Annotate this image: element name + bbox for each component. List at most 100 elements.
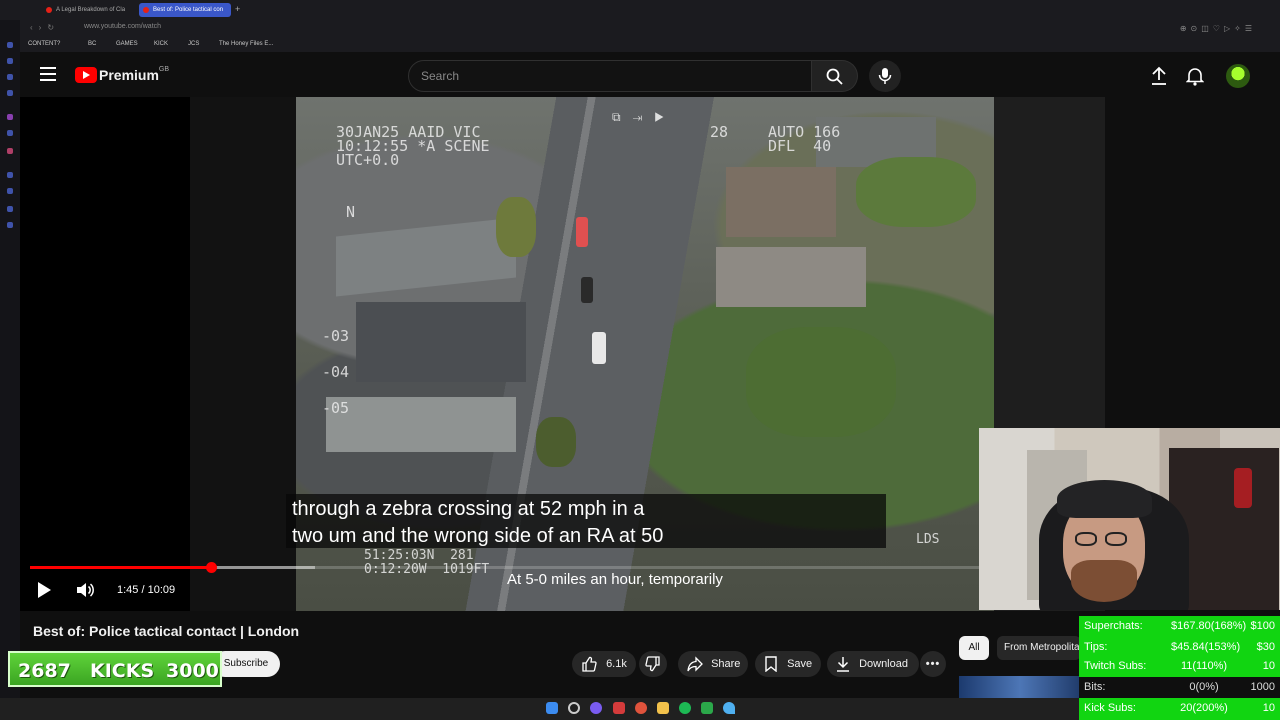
- search-icon: [826, 68, 843, 85]
- sidebar-app-icon[interactable]: [7, 172, 13, 178]
- goal-label: Bits:: [1084, 681, 1106, 693]
- taskbar-app-icon[interactable]: [590, 702, 602, 714]
- taskbar-search-icon[interactable]: [568, 702, 580, 714]
- hud-top-left: 30JAN25 AAID VIC 10:12:55 *A SCENE UTC+0…: [336, 123, 490, 169]
- bookmark-item[interactable]: GAMES: [116, 41, 138, 47]
- bookmark-item[interactable]: The Honey Files E...: [219, 41, 273, 47]
- notifications-bell-icon[interactable]: [1186, 66, 1204, 86]
- caption-line: two um and the wrong side of an RA at 50: [292, 525, 664, 547]
- sidebar-app-icon[interactable]: [7, 222, 13, 228]
- logo-text: Premium: [99, 66, 159, 83]
- related-video-thumbnail[interactable]: [959, 676, 1081, 698]
- hud-bottom-right: LDS: [916, 532, 940, 547]
- new-tab-icon[interactable]: +: [235, 4, 240, 14]
- share-icon: [687, 656, 703, 672]
- kicks-label: KICKS: [90, 660, 155, 682]
- like-button[interactable]: 6.1k: [572, 651, 636, 677]
- goal-target: $30: [1256, 641, 1275, 653]
- more-actions-icon[interactable]: •••: [920, 651, 946, 677]
- windows-taskbar: [0, 698, 1079, 720]
- goal-label: Superchats:: [1084, 620, 1143, 632]
- browser-tab[interactable]: A Legal Breakdown of Cla: [42, 3, 132, 17]
- windows-start-icon[interactable]: [546, 702, 558, 714]
- goal-row: Bits: 0(0%) 1000: [1079, 677, 1280, 698]
- voice-search-button[interactable]: [869, 60, 901, 92]
- goal-row: Superchats: $167.80(168%) $100: [1079, 616, 1280, 637]
- kicks-current: 2687: [18, 660, 71, 682]
- youtube-favicon-icon: [46, 7, 52, 13]
- goal-row: Kick Subs: 20(200%) 10: [1079, 698, 1280, 719]
- goal-value: $45.84(153%): [1171, 641, 1241, 653]
- caption-line: through a zebra crossing at 52 mph in a: [292, 498, 645, 520]
- sidebar-app-icon[interactable]: [7, 74, 13, 80]
- youtube-premium-logo[interactable]: PremiumGB: [75, 66, 169, 84]
- browser-extension-icons[interactable]: ⊕⊙◫♡▷✧☰: [1180, 24, 1256, 33]
- save-button[interactable]: Save: [755, 651, 821, 677]
- sidebar-app-icon[interactable]: [7, 42, 13, 48]
- bookmark-item[interactable]: CONTENT?: [28, 41, 60, 47]
- goal-target: $100: [1250, 620, 1275, 632]
- share-button[interactable]: Share: [678, 651, 748, 677]
- play-icon[interactable]: [38, 582, 51, 598]
- goal-value: 11(110%): [1180, 660, 1228, 672]
- dislike-button[interactable]: [639, 651, 667, 677]
- sidebar-app-icon[interactable]: [7, 58, 13, 64]
- hamburger-menu-icon[interactable]: [40, 67, 56, 81]
- hud-scale-mark: -03: [322, 327, 350, 345]
- tab-label: A Legal Breakdown of Cla: [56, 7, 126, 13]
- hud-scale-mark: -04: [322, 363, 350, 381]
- search-button[interactable]: [812, 60, 858, 92]
- goal-target: 10: [1262, 702, 1275, 714]
- sidebar-app-icon[interactable]: [7, 130, 13, 136]
- volume-icon[interactable]: [76, 582, 94, 598]
- account-avatar[interactable]: [1226, 64, 1250, 88]
- download-label: Download: [859, 658, 908, 670]
- goal-target: 10: [1262, 660, 1275, 672]
- goal-value: $167.80(168%): [1171, 620, 1247, 632]
- nav-arrows-icon[interactable]: ‹›↻: [30, 23, 60, 32]
- video-overlay-controls-icon[interactable]: ⧉⇥▶: [612, 110, 676, 125]
- bookmark-item[interactable]: KICK: [154, 41, 168, 47]
- chip-all[interactable]: All: [959, 636, 989, 660]
- url-field[interactable]: www.youtube.com/watch: [84, 23, 161, 30]
- download-button[interactable]: Download: [827, 651, 919, 677]
- address-bar: [0, 20, 1280, 38]
- file-explorer-icon[interactable]: [657, 702, 669, 714]
- like-count: 6.1k: [606, 658, 627, 670]
- sidebar-app-icon[interactable]: [7, 90, 13, 96]
- hud-bottom-left: 51:25:03N 281 0:12:20W 1019FT: [364, 548, 490, 577]
- browser-tab-active[interactable]: Best of: Police tactical con: [139, 3, 231, 17]
- sidebar-app-icon[interactable]: [7, 114, 13, 120]
- kicks-goal: 3000: [166, 660, 219, 682]
- youtube-favicon-icon: [143, 7, 149, 13]
- hud-scale-mark: -05: [322, 399, 350, 417]
- sidebar-app-icon[interactable]: [7, 206, 13, 212]
- taskbar-app-icon[interactable]: [723, 702, 735, 714]
- microphone-icon: [878, 68, 892, 84]
- progress-scrubber-handle[interactable]: [206, 562, 217, 573]
- upload-icon[interactable]: [1150, 66, 1168, 86]
- sidebar-app-icon[interactable]: [7, 148, 13, 154]
- search-input[interactable]: Search: [408, 60, 812, 92]
- bookmark-item[interactable]: BC: [88, 41, 96, 47]
- subscribe-button[interactable]: Subscribe: [212, 651, 280, 677]
- progress-played: [30, 566, 211, 569]
- sidebar-app-icon[interactable]: [7, 188, 13, 194]
- video-title: Best of: Police tactical contact | Londo…: [33, 623, 300, 639]
- spotify-icon[interactable]: [679, 702, 691, 714]
- taskbar-app-icon[interactable]: [701, 702, 713, 714]
- goal-label: Kick Subs:: [1084, 702, 1136, 714]
- kicks-goal-overlay: 2687 KICKS 3000: [8, 651, 222, 687]
- player-letterbox-left: [190, 97, 296, 611]
- taskbar-app-icon[interactable]: [635, 702, 647, 714]
- taskbar-app-icon[interactable]: [613, 702, 625, 714]
- time-display: 1:45 / 10:09: [117, 584, 176, 596]
- goal-target: 1000: [1250, 681, 1275, 693]
- bookmark-icon: [765, 656, 777, 673]
- streamer-webcam: [979, 428, 1280, 610]
- download-icon: [837, 657, 849, 672]
- goal-row: Twitch Subs: 11(110%) 10: [1079, 656, 1280, 677]
- bookmark-item[interactable]: JCS: [188, 41, 199, 47]
- chip-from-channel[interactable]: From Metropolitan: [997, 636, 1081, 660]
- thumbs-up-icon: [582, 656, 597, 672]
